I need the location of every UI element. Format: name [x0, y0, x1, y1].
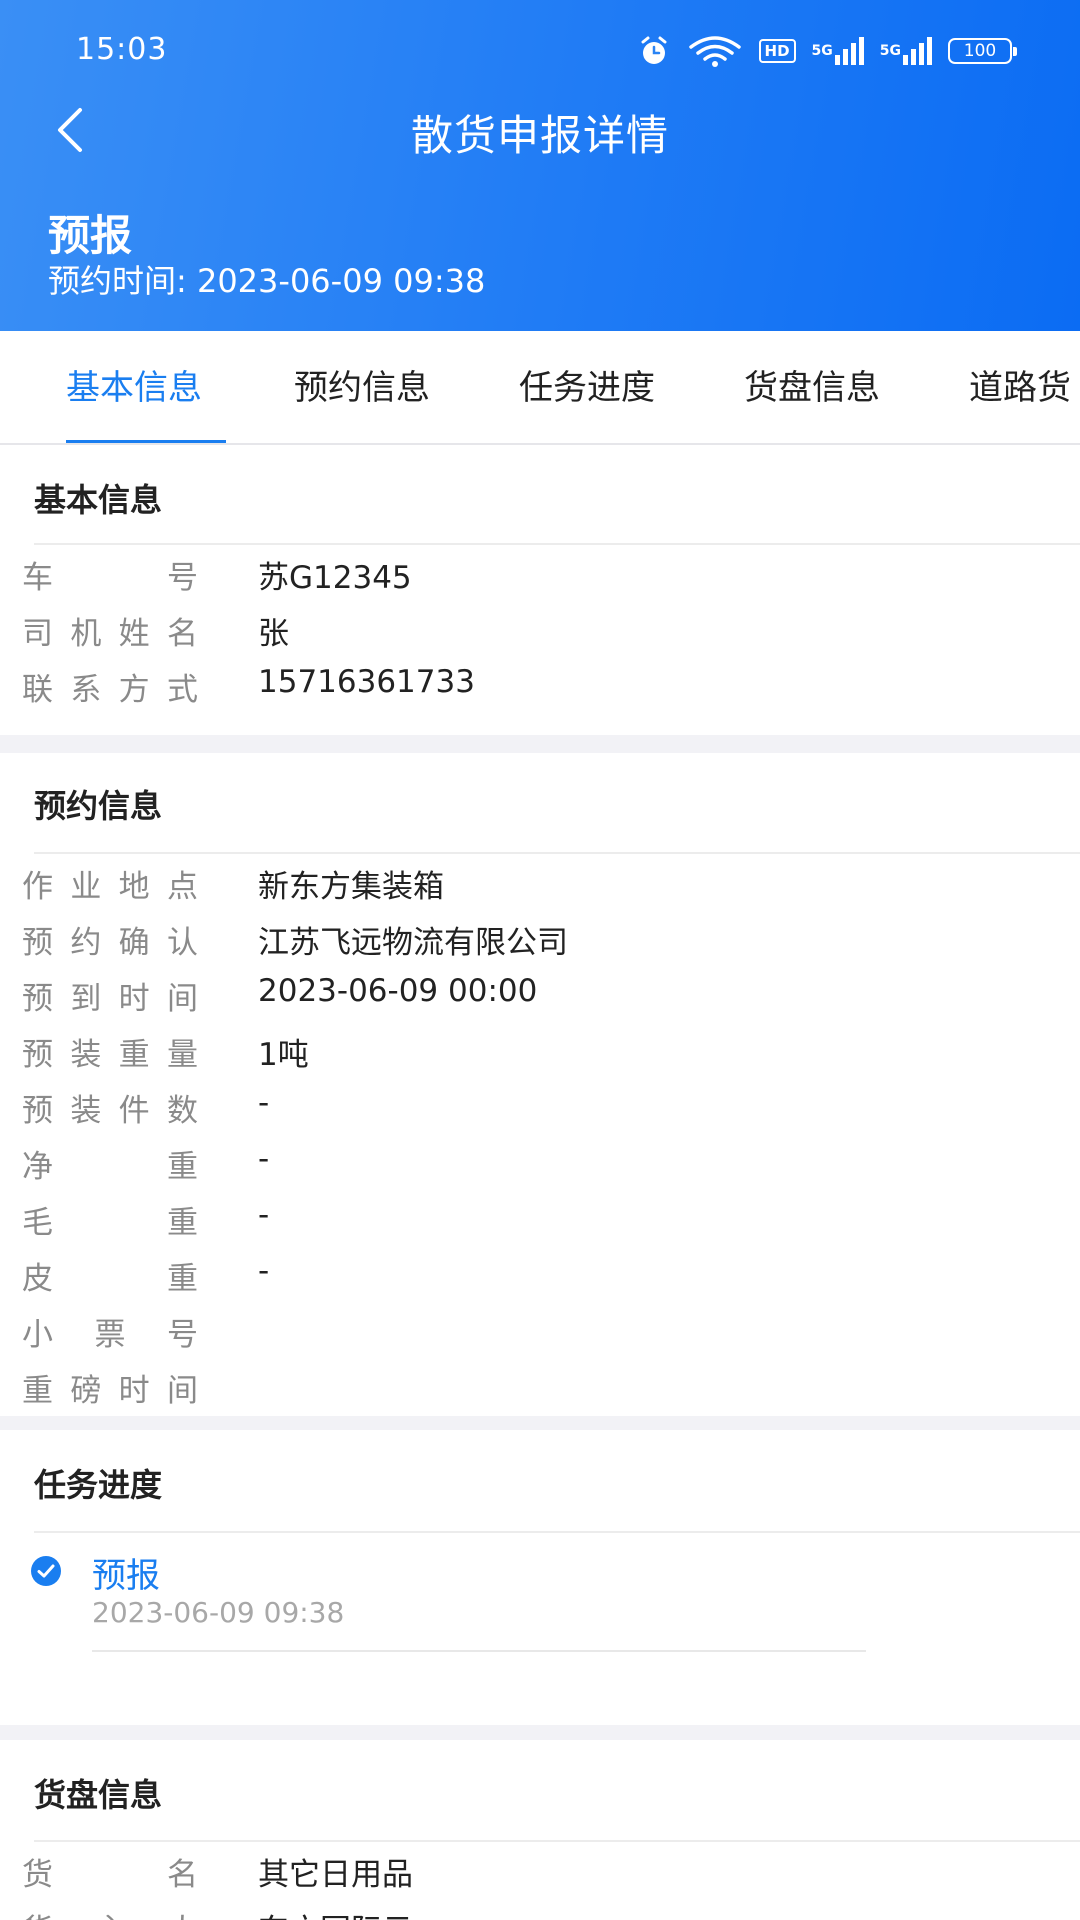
row-value: -	[258, 1197, 270, 1233]
info-row-cargo-owner: 货主人 东方国际云	[0, 1905, 1080, 1920]
section-gap	[0, 1725, 1080, 1740]
signal-5g-icon: 5G	[880, 34, 932, 68]
row-label: 毛重	[22, 1205, 198, 1241]
tab-basic-info[interactable]: 基本信息	[66, 331, 202, 443]
row-label: 净重	[22, 1149, 198, 1185]
booking-time: 预约时间: 2023-06-09 09:38	[48, 262, 486, 300]
tab-bar: 基本信息 预约信息 任务进度 货盘信息 道路货	[0, 331, 1080, 445]
row-label: 预装件数	[22, 1093, 198, 1129]
row-label: 重磅时间	[22, 1373, 198, 1409]
info-row-net-weight: 净重 -	[0, 1141, 1080, 1197]
section-gap	[0, 1416, 1080, 1430]
info-row-pieces: 预装件数 -	[0, 1085, 1080, 1141]
alarm-icon	[637, 34, 671, 68]
row-label: 预约确认	[22, 925, 198, 961]
info-row-weight: 预装重量 1吨	[0, 1029, 1080, 1085]
divider	[34, 1840, 1080, 1842]
divider	[34, 1531, 1080, 1533]
status-time: 15:03	[76, 32, 168, 67]
status-bar: 15:03 HD 5G 5G 100	[0, 0, 1080, 100]
row-value: 新东方集装箱	[258, 869, 444, 905]
basic-info-section: 基本信息 车号 苏G12345 司机姓名 张 联系方式 15716361733	[0, 447, 1080, 735]
row-label: 皮重	[22, 1261, 198, 1297]
section-title: 货盘信息	[34, 1776, 163, 1814]
row-value: 东方国际云	[258, 1905, 413, 1920]
task-step-time: 2023-06-09 09:38	[92, 1596, 345, 1629]
info-row-ticket-no: 小票号	[0, 1309, 1080, 1365]
info-row-driver: 司机姓名 张	[0, 608, 1080, 664]
info-row-tare-weight: 皮重 -	[0, 1253, 1080, 1309]
tab-booking-info[interactable]: 预约信息	[294, 331, 430, 443]
cargo-info-section: 货盘信息 货名 其它日用品 货主人 东方国际云	[0, 1740, 1080, 1920]
row-value: -	[258, 1253, 270, 1289]
info-row-arrival: 预到时间 2023-06-09 00:00	[0, 973, 1080, 1029]
divider	[92, 1650, 866, 1652]
info-row-location: 作业地点 新东方集装箱	[0, 861, 1080, 917]
row-label: 预装重量	[22, 1037, 198, 1073]
info-row-plate: 车号 苏G12345	[0, 552, 1080, 608]
tab-task-progress[interactable]: 任务进度	[519, 331, 655, 443]
row-label: 联系方式	[22, 672, 198, 708]
tab-active-indicator	[66, 440, 226, 443]
task-step-name: 预报	[92, 1556, 160, 1596]
row-value: -	[258, 1085, 270, 1121]
row-value: 1吨	[258, 1037, 309, 1073]
divider	[34, 852, 1080, 854]
wifi-icon	[687, 34, 743, 68]
row-value[interactable]: 15716361733	[258, 664, 475, 700]
row-label: 车号	[22, 560, 198, 596]
info-row-contact: 联系方式 15716361733	[0, 664, 1080, 720]
tab-road-cargo[interactable]: 道路货	[969, 331, 1071, 443]
row-value: 张	[258, 616, 289, 652]
row-label: 小票号	[22, 1317, 198, 1353]
header: 15:03 HD 5G 5G 100 散货申报详情 预报 预约时间: 2023-…	[0, 0, 1080, 331]
section-title: 预约信息	[34, 787, 163, 825]
page-title: 散货申报详情	[410, 111, 669, 160]
row-label: 预到时间	[22, 981, 198, 1017]
battery-icon: 100	[948, 34, 1017, 68]
section-gap	[0, 735, 1080, 753]
hd-icon: HD	[758, 34, 796, 68]
order-status: 预报	[48, 211, 133, 260]
divider	[34, 543, 1080, 545]
tab-cargo-info[interactable]: 货盘信息	[744, 331, 880, 443]
signal-5g-icon: 5G	[812, 34, 864, 68]
info-row-gross-weight: 毛重 -	[0, 1197, 1080, 1253]
info-row-weigh-time: 重磅时间	[0, 1365, 1080, 1421]
status-icons: HD 5G 5G 100	[637, 34, 1017, 68]
check-circle-icon	[31, 1556, 61, 1586]
row-value: 其它日用品	[258, 1857, 413, 1893]
row-value: 江苏飞远物流有限公司	[258, 925, 568, 961]
row-label: 作业地点	[22, 869, 198, 905]
row-value: 2023-06-09 00:00	[258, 973, 538, 1009]
row-label: 司机姓名	[22, 616, 198, 652]
row-label: 货主人	[22, 1905, 198, 1920]
row-label: 货名	[22, 1857, 198, 1893]
nav-bar: 散货申报详情	[0, 96, 1080, 164]
booking-info-section: 预约信息 作业地点 新东方集装箱 预约确认 江苏飞远物流有限公司 预到时间 20…	[0, 753, 1080, 1416]
info-row-confirm: 预约确认 江苏飞远物流有限公司	[0, 917, 1080, 973]
section-title: 任务进度	[34, 1466, 163, 1504]
row-value: -	[258, 1141, 270, 1177]
task-progress-section: 任务进度 预报 2023-06-09 09:38	[0, 1430, 1080, 1725]
section-title: 基本信息	[34, 481, 163, 519]
row-value: 苏G12345	[258, 560, 412, 596]
info-row-cargo-name: 货名 其它日用品	[0, 1849, 1080, 1905]
